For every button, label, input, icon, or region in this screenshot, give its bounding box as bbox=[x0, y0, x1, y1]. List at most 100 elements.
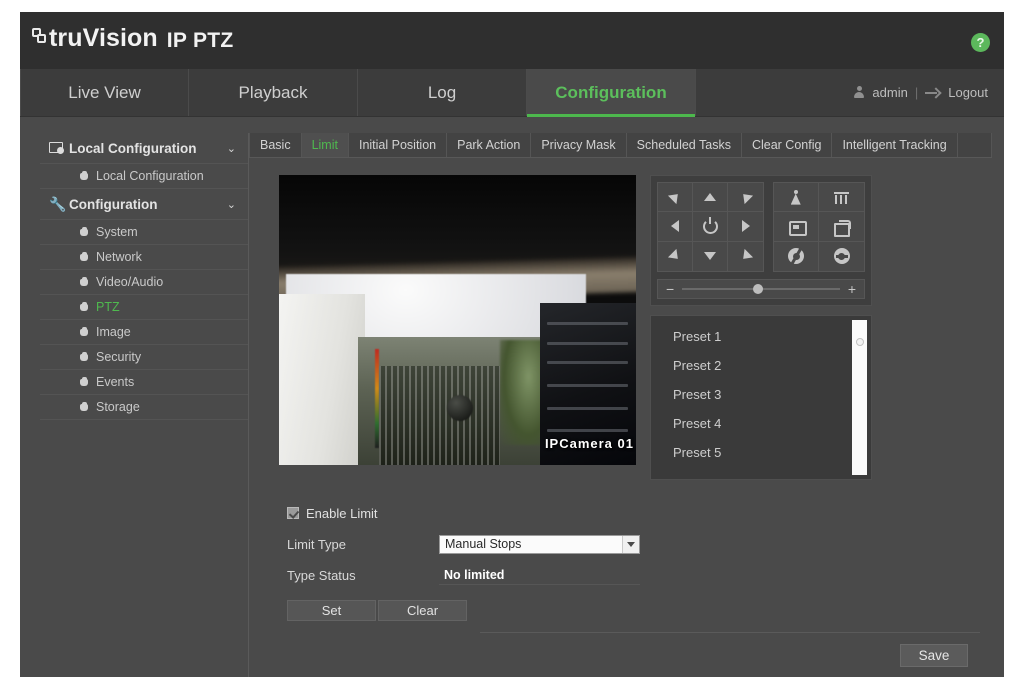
tab-label: Basic bbox=[260, 138, 291, 152]
ptz-down-button[interactable] bbox=[693, 241, 729, 271]
video-layer-wall bbox=[279, 293, 365, 465]
preset-list-scrollbar[interactable] bbox=[852, 320, 867, 475]
ptz-focus-far-button[interactable] bbox=[819, 212, 864, 242]
tab-clear-config[interactable]: Clear Config bbox=[742, 133, 833, 157]
scrollbar-knob-icon[interactable] bbox=[855, 338, 864, 346]
sidebar-item-network[interactable]: Network bbox=[40, 245, 248, 270]
nav-tab-configuration[interactable]: Configuration bbox=[527, 69, 696, 117]
slider-thumb[interactable] bbox=[752, 284, 763, 294]
enable-limit-label[interactable]: Enable Limit bbox=[306, 506, 378, 521]
zoom-in-icon bbox=[788, 189, 805, 205]
ptz-iris-minus-button[interactable] bbox=[819, 242, 864, 271]
nav-tab-label: Live View bbox=[68, 82, 141, 102]
logout-link[interactable]: Logout bbox=[948, 85, 988, 100]
sidebar-item-ptz[interactable]: PTZ bbox=[40, 295, 248, 320]
ptz-right-button[interactable] bbox=[728, 212, 764, 242]
nav-tab-live-view[interactable]: Live View bbox=[20, 69, 189, 116]
ptz-iris-plus-button[interactable] bbox=[774, 241, 820, 271]
pan-left-icon bbox=[671, 220, 680, 233]
tab-park-action[interactable]: Park Action bbox=[447, 133, 532, 157]
application-window: truVision IP PTZ ? Live View Playback Lo… bbox=[20, 12, 1004, 677]
ptz-up-right-button[interactable] bbox=[728, 183, 764, 213]
video-layer-gear bbox=[378, 366, 501, 465]
sidebar-item-system[interactable]: System bbox=[40, 220, 248, 245]
bullet-icon bbox=[80, 326, 88, 336]
tab-label: Clear Config bbox=[751, 138, 822, 152]
tab-intelligent-tracking[interactable]: Intelligent Tracking bbox=[832, 133, 958, 157]
list-item[interactable]: Preset 5 bbox=[673, 438, 852, 467]
stacked-squares-logo-icon bbox=[32, 28, 48, 45]
sidebar-item-local-configuration[interactable]: Local Configuration bbox=[40, 164, 248, 189]
bullet-icon bbox=[80, 170, 88, 180]
separator: | bbox=[914, 85, 919, 100]
sidebar-item-storage[interactable]: Storage bbox=[40, 395, 248, 420]
ptz-down-left-button[interactable] bbox=[658, 241, 694, 271]
nav-tab-label: Log bbox=[427, 82, 457, 102]
focus-far-icon bbox=[833, 219, 851, 237]
bullet-icon bbox=[80, 226, 88, 236]
list-item[interactable]: Preset 3 bbox=[673, 380, 852, 409]
bullet-icon bbox=[80, 401, 88, 411]
account-area: admin | Logout bbox=[853, 69, 1004, 116]
ptz-up-left-button[interactable] bbox=[658, 183, 694, 213]
slider-plus-icon[interactable]: + bbox=[848, 282, 856, 296]
nav-tab-playback[interactable]: Playback bbox=[189, 69, 358, 116]
sidebar-item-video-audio[interactable]: Video/Audio bbox=[40, 270, 248, 295]
tab-label: Intelligent Tracking bbox=[842, 138, 947, 152]
brand-logo-group: truVision IP PTZ bbox=[32, 26, 234, 51]
slider-minus-icon[interactable]: − bbox=[666, 282, 674, 296]
list-item[interactable]: Preset 2 bbox=[673, 351, 852, 380]
list-item[interactable]: Preset 1 bbox=[673, 322, 852, 351]
live-video-preview[interactable]: IPCamera 01 bbox=[279, 175, 636, 465]
sidebar-item-image[interactable]: Image bbox=[40, 320, 248, 345]
sidebar-item-label: Network bbox=[96, 250, 142, 264]
clear-button[interactable]: Clear bbox=[378, 600, 467, 621]
video-osd-text: IPCamera 01 bbox=[544, 436, 634, 451]
ptz-zoom-in-button[interactable] bbox=[774, 183, 820, 213]
ptz-down-right-button[interactable] bbox=[728, 242, 763, 271]
ptz-control-column: − + Preset 1 Preset 2 Preset 3 Preset 4 … bbox=[650, 175, 872, 480]
ptz-auto-scan-button[interactable] bbox=[693, 212, 729, 242]
sidebar-item-events[interactable]: Events bbox=[40, 370, 248, 395]
chevron-down-icon[interactable]: ⌄ bbox=[227, 142, 236, 155]
type-status-value: No limited bbox=[439, 566, 640, 585]
ptz-focus-near-button[interactable] bbox=[774, 212, 820, 242]
content-tabstrip: Basic Limit Initial Position Park Action… bbox=[249, 133, 992, 158]
ptz-zoom-out-button[interactable] bbox=[819, 183, 864, 213]
brand-name: truVision bbox=[49, 24, 158, 52]
bullet-icon bbox=[80, 251, 88, 261]
nav-tab-log[interactable]: Log bbox=[358, 69, 527, 116]
set-button[interactable]: Set bbox=[287, 600, 376, 621]
tab-limit[interactable]: Limit bbox=[301, 133, 349, 157]
sidebar-group-label: Configuration bbox=[69, 196, 158, 212]
chevron-down-icon[interactable] bbox=[622, 535, 639, 553]
pan-right-icon bbox=[741, 220, 750, 233]
zoom-out-icon bbox=[833, 190, 850, 205]
tab-initial-position[interactable]: Initial Position bbox=[349, 133, 448, 157]
save-button[interactable]: Save bbox=[900, 643, 968, 667]
monitor-gear-icon bbox=[49, 142, 69, 154]
body-wrapper: Local Configuration ⌄ Local Configuratio… bbox=[20, 117, 1004, 677]
tab-label: Initial Position bbox=[358, 138, 437, 152]
tab-basic[interactable]: Basic bbox=[249, 133, 302, 157]
logout-arrow-icon[interactable] bbox=[925, 88, 941, 98]
list-item[interactable]: Preset 4 bbox=[673, 409, 852, 438]
sidebar-item-label: Local Configuration bbox=[96, 169, 204, 183]
slider-track[interactable] bbox=[682, 284, 840, 294]
help-icon[interactable]: ? bbox=[971, 33, 990, 52]
sidebar-group-configuration[interactable]: 🔧 Configuration ⌄ bbox=[40, 189, 248, 220]
tab-privacy-mask[interactable]: Privacy Mask bbox=[531, 133, 627, 157]
limit-settings-panel: IPCamera 01 − + Preset 1 Preset 2 Preset… bbox=[249, 158, 992, 677]
ptz-left-button[interactable] bbox=[658, 212, 694, 242]
limit-type-select[interactable]: Manual Stops bbox=[439, 534, 640, 554]
ptz-up-button[interactable] bbox=[693, 183, 729, 213]
ptz-speed-slider[interactable]: − + bbox=[657, 279, 865, 299]
sidebar-item-label: System bbox=[96, 225, 138, 239]
chevron-down-icon[interactable]: ⌄ bbox=[227, 198, 236, 211]
sidebar-item-security[interactable]: Security bbox=[40, 345, 248, 370]
enable-limit-checkbox[interactable] bbox=[287, 507, 299, 519]
pan-down-icon bbox=[704, 252, 717, 261]
tab-scheduled-tasks[interactable]: Scheduled Tasks bbox=[627, 133, 742, 157]
video-layer-dark-sphere bbox=[446, 395, 473, 422]
sidebar-group-local-configuration[interactable]: Local Configuration ⌄ bbox=[40, 133, 248, 164]
